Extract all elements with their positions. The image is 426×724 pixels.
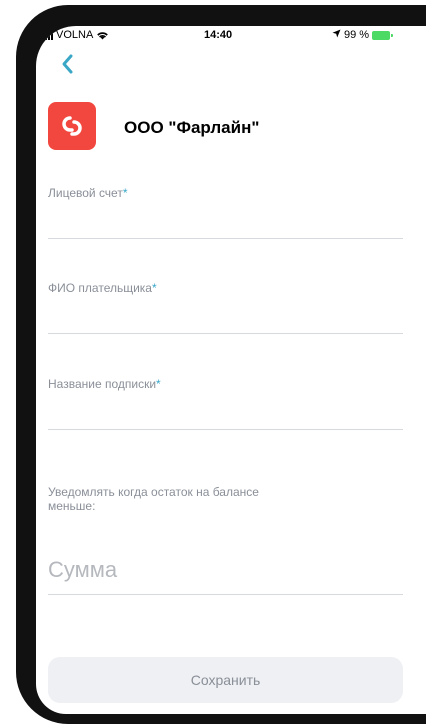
account-field-label: Лицевой счет* bbox=[48, 186, 128, 200]
chevron-left-icon bbox=[62, 54, 73, 74]
subscription-label-text: Название подписки bbox=[48, 377, 157, 391]
status-time: 14:40 bbox=[204, 29, 233, 41]
required-mark: * bbox=[156, 377, 161, 391]
carrier-label: VOLNA bbox=[56, 29, 94, 41]
battery-percent: 99 % bbox=[344, 29, 370, 41]
account-input[interactable] bbox=[48, 210, 403, 239]
status-bar: VOLNA 14:40 99 % bbox=[36, 26, 426, 48]
back-button[interactable] bbox=[56, 52, 80, 76]
signal-icon bbox=[42, 30, 53, 40]
wifi-icon bbox=[96, 30, 109, 40]
status-right: 99 % bbox=[332, 29, 394, 41]
required-mark: * bbox=[122, 186, 128, 200]
account-label-text: Лицевой счет bbox=[48, 186, 123, 200]
battery-icon bbox=[372, 30, 394, 40]
screen: VOLNA 14:40 99 % ООО "Фарлайн" Лицевой с… bbox=[36, 26, 426, 714]
link-icon bbox=[62, 116, 82, 136]
required-mark: * bbox=[151, 281, 157, 295]
phone-frame: VOLNA 14:40 99 % ООО "Фарлайн" Лицевой с… bbox=[0, 0, 426, 724]
status-left: VOLNA bbox=[42, 29, 109, 41]
company-name: ООО "Фарлайн" bbox=[124, 118, 260, 137]
subscription-field-label: Название подписки* bbox=[48, 377, 161, 391]
amount-input[interactable] bbox=[48, 546, 403, 595]
save-button[interactable]: Сохранить bbox=[48, 657, 403, 703]
payer-field-label: ФИО плательщика* bbox=[48, 281, 157, 295]
payer-input[interactable] bbox=[48, 305, 403, 334]
subscription-input[interactable] bbox=[48, 401, 403, 430]
location-arrow-icon bbox=[332, 29, 341, 41]
company-logo bbox=[48, 102, 96, 150]
payer-label-text: ФИО плательщика bbox=[48, 281, 152, 295]
notify-label: Уведомлять когда остаток на балансе мень… bbox=[48, 485, 259, 513]
